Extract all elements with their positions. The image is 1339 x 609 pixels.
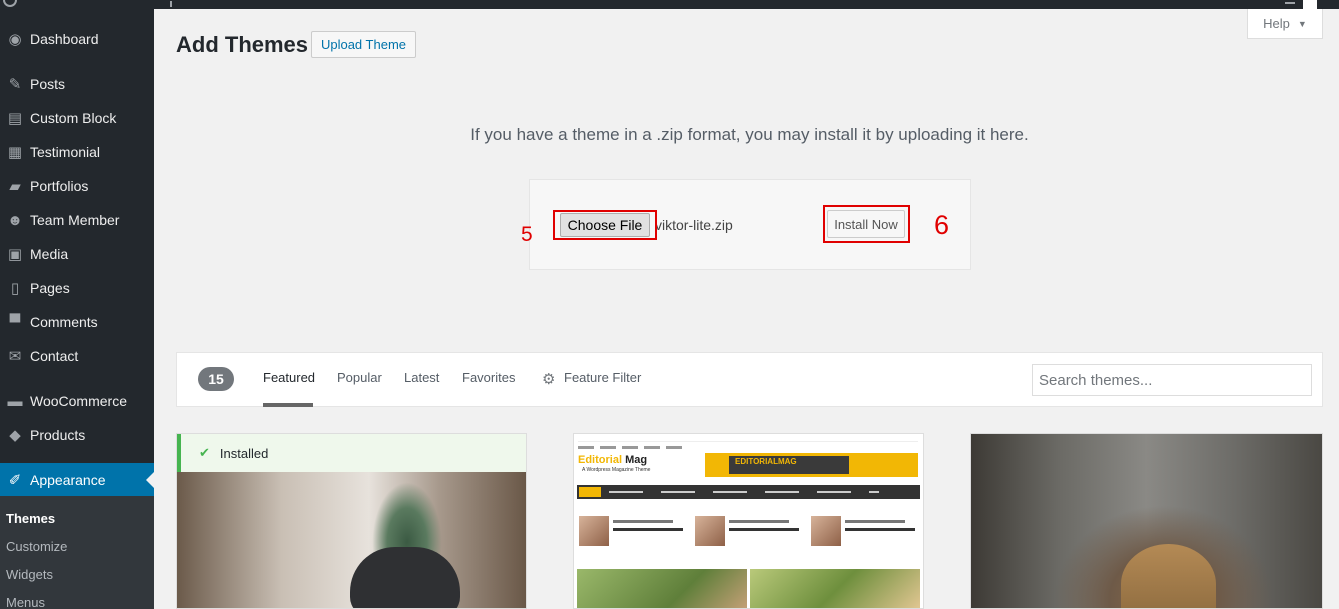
theme-screenshot: [971, 434, 1322, 608]
feature-filter-button[interactable]: Feature Filter: [564, 370, 641, 385]
dashboard-icon: ◉: [8, 31, 22, 48]
sidebar-item-woocommerce[interactable]: ▬ WooCommerce: [0, 384, 154, 418]
submenu-item-widgets[interactable]: Widgets: [6, 567, 53, 582]
media-icon: ▣: [7, 246, 23, 263]
step-number-5: 5: [521, 223, 533, 246]
wordpress-logo-icon[interactable]: [3, 0, 17, 7]
sidebar-item-testimonial[interactable]: ▦ Testimonial: [0, 135, 154, 169]
choose-file-highlight-box: [553, 210, 657, 240]
group-icon: ☻: [7, 211, 23, 229]
preview-banner: EDITORIALMAG: [705, 453, 918, 477]
tab-latest[interactable]: Latest: [404, 370, 439, 385]
preview-image: [577, 569, 747, 608]
active-tab-indicator: [263, 403, 313, 407]
pin-icon: ✎: [8, 76, 22, 93]
admin-sidebar: ◉ Dashboard ✎ Posts ▤ Custom Block ▦ Tes…: [0, 9, 154, 609]
selected-file-name: viktor-lite.zip: [655, 217, 733, 233]
sidebar-item-pages[interactable]: ▯ Pages: [0, 271, 154, 305]
sidebar-item-appearance[interactable]: ✐ Appearance: [0, 463, 154, 497]
installed-label: Installed: [219, 445, 269, 461]
sidebar-item-dashboard[interactable]: ◉ Dashboard: [0, 22, 154, 56]
step-number-6: 6: [934, 210, 950, 240]
sidebar-item-portfolios[interactable]: ▰ Portfolios: [0, 169, 154, 203]
preview-tagline: A Wordpress Magazine Theme: [582, 467, 651, 473]
theme-card-installed[interactable]: ✔ Installed: [176, 433, 527, 609]
site-name-icon[interactable]: [170, 1, 176, 7]
upload-description: If you have a theme in a .zip format, yo…: [470, 125, 1029, 144]
preview-nav: [577, 485, 920, 499]
checkmark-icon: ✔: [199, 445, 210, 460]
preview-article-row: [577, 516, 920, 552]
envelope-icon: ✉: [8, 348, 22, 365]
gear-icon[interactable]: ⚙: [542, 370, 555, 388]
sidebar-item-label: Contact: [30, 348, 79, 364]
theme-card-editorial-mag[interactable]: Editorial Mag A Wordpress Magazine Theme…: [573, 433, 924, 609]
sidebar-item-label: Portfolios: [30, 178, 89, 194]
sidebar-item-label: Pages: [30, 280, 70, 296]
block-icon: ▤: [7, 110, 23, 127]
admin-bar-user-name[interactable]: [1285, 0, 1295, 4]
search-themes-input[interactable]: [1032, 364, 1312, 396]
preview-image: [750, 569, 920, 608]
sidebar-item-label: Testimonial: [30, 144, 101, 160]
tab-popular[interactable]: Popular: [337, 370, 382, 385]
install-now-highlight-box: [823, 205, 910, 243]
sidebar-item-label: Products: [30, 427, 86, 443]
installed-notice: ✔ Installed: [177, 434, 526, 472]
active-menu-arrow: [146, 472, 154, 488]
submenu-item-customize[interactable]: Customize: [6, 539, 67, 554]
tab-featured[interactable]: Featured: [263, 370, 315, 385]
appearance-submenu: Themes Customize Widgets Menus: [0, 496, 154, 609]
sidebar-item-custom-block[interactable]: ▤ Custom Block: [0, 101, 154, 135]
tab-favorites[interactable]: Favorites: [462, 370, 515, 385]
theme-screenshot: [177, 472, 526, 608]
box-icon: ◆: [9, 427, 21, 444]
sidebar-item-label: WooCommerce: [30, 393, 127, 409]
person-image: [1121, 544, 1216, 608]
user-avatar[interactable]: [1303, 0, 1317, 9]
help-label: Help: [1263, 16, 1290, 31]
sidebar-item-products[interactable]: ◆ Products: [0, 418, 154, 452]
sidebar-item-media[interactable]: ▣ Media: [0, 237, 154, 271]
admin-bar: [0, 0, 1339, 9]
preview-top-links: [578, 436, 918, 449]
sidebar-item-team-member[interactable]: ☻ Team Member: [0, 203, 154, 237]
sidebar-item-label: Comments: [30, 314, 98, 330]
theme-card-photo[interactable]: [970, 433, 1323, 609]
help-tab-button[interactable]: Help ▼: [1247, 9, 1323, 39]
pot-image: [350, 547, 460, 608]
woo-icon: ▬: [7, 392, 23, 410]
speech-bubble-icon: ▀: [9, 313, 21, 331]
upload-theme-button[interactable]: Upload Theme: [311, 31, 416, 58]
folder-icon: ▰: [9, 178, 21, 195]
theme-count-badge: 15: [198, 367, 234, 391]
sidebar-item-label: Dashboard: [30, 31, 99, 47]
sidebar-item-label: Media: [30, 246, 69, 262]
brush-icon: ✐: [8, 472, 22, 489]
preview-logo: Editorial Mag: [578, 454, 648, 466]
submenu-item-menus[interactable]: Menus: [6, 595, 45, 609]
sidebar-item-comments[interactable]: ▀ Comments: [0, 305, 154, 339]
plant-image: [372, 482, 442, 557]
theme-screenshot: Editorial Mag A Wordpress Magazine Theme…: [574, 434, 923, 608]
sidebar-item-label: Appearance: [30, 472, 106, 488]
page-title: Add Themes: [176, 32, 309, 57]
sidebar-item-label: Team Member: [30, 212, 120, 228]
sidebar-item-contact[interactable]: ✉ Contact: [0, 339, 154, 373]
sidebar-item-label: Custom Block: [30, 110, 117, 126]
caret-down-icon: ▼: [1297, 18, 1307, 29]
submenu-item-themes[interactable]: Themes: [6, 511, 55, 526]
sidebar-item-label: Posts: [30, 76, 66, 92]
sidebar-item-posts[interactable]: ✎ Posts: [0, 67, 154, 101]
pages-icon: ▯: [10, 280, 20, 297]
comment-lines-icon: ▦: [7, 144, 23, 161]
